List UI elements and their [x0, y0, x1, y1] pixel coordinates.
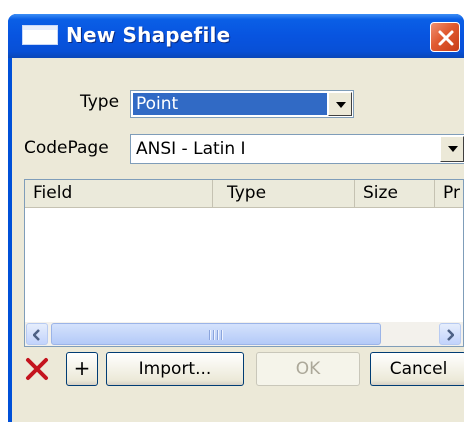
add-field-button[interactable]: +	[66, 352, 98, 386]
window-icon	[22, 25, 58, 45]
close-button[interactable]	[430, 22, 460, 52]
type-select-value: Point	[133, 93, 327, 115]
delete-x-icon	[26, 358, 48, 380]
delete-field-button[interactable]	[24, 356, 50, 382]
column-header-field[interactable]: Field	[25, 180, 213, 207]
horizontal-scrollbar[interactable]	[25, 322, 463, 346]
dialog-body: Type Point CodePage ANSI - Latin I Field	[12, 58, 464, 422]
column-header-precision[interactable]: Pr	[435, 180, 463, 207]
type-label: Type	[80, 92, 120, 112]
scroll-right-button[interactable]	[439, 323, 461, 345]
new-shapefile-dialog: New Shapefile Type Point CodePage ANSI -…	[8, 14, 464, 422]
scroll-thumb[interactable]	[51, 323, 381, 345]
fields-table[interactable]: Field Type Size Pr	[24, 179, 464, 347]
chevron-down-icon	[336, 102, 346, 108]
type-select[interactable]: Point	[130, 90, 354, 118]
column-header-type[interactable]: Type	[213, 180, 355, 207]
codepage-dropdown-button[interactable]	[440, 136, 464, 162]
ok-button[interactable]: OK	[256, 352, 360, 386]
codepage-select[interactable]: ANSI - Latin I	[130, 134, 464, 164]
codepage-label: CodePage	[24, 138, 109, 158]
scroll-left-button[interactable]	[26, 323, 48, 345]
fields-table-header: Field Type Size Pr	[25, 180, 463, 208]
close-icon	[438, 30, 454, 46]
cancel-button[interactable]: Cancel	[370, 352, 464, 386]
scroll-grip	[207, 330, 227, 340]
arrow-left-icon	[33, 329, 40, 341]
type-dropdown-button[interactable]	[328, 92, 352, 116]
title-bar[interactable]: New Shapefile	[8, 14, 464, 58]
window-title: New Shapefile	[66, 23, 231, 47]
chevron-down-icon	[448, 146, 458, 152]
arrow-right-icon	[447, 329, 454, 341]
import-button[interactable]: Import...	[106, 352, 244, 386]
codepage-select-value: ANSI - Latin I	[136, 139, 246, 159]
column-header-size[interactable]: Size	[355, 180, 435, 207]
